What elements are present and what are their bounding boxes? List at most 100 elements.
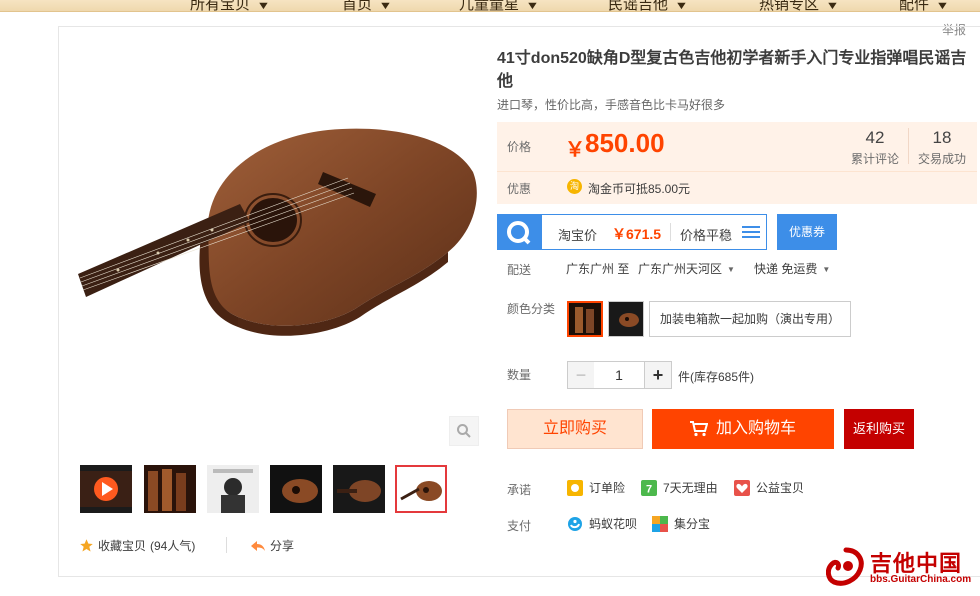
nav-item-home[interactable]: 首页 ▼ xyxy=(342,0,393,12)
thumbnail-image[interactable] xyxy=(333,465,385,513)
promise-charity[interactable]: 公益宝贝 xyxy=(734,479,804,496)
chevron-down-icon: ▼ xyxy=(935,0,950,12)
sku-option-image[interactable] xyxy=(608,301,644,337)
charity-heart-icon xyxy=(734,479,750,496)
buy-now-button[interactable]: 立即购买 xyxy=(507,409,643,449)
discount-text: 淘金币可抵85.00元 xyxy=(588,182,691,196)
sales-count: 18 xyxy=(932,128,952,147)
caret-down-icon: ▼ xyxy=(822,265,831,275)
discount-label: 优惠 xyxy=(507,182,532,196)
divider xyxy=(670,223,671,241)
nav-item-label: 配件 xyxy=(899,0,930,12)
nav-item-label: 儿童童星 xyxy=(459,0,520,12)
share-icon xyxy=(251,540,265,551)
sku-option-image[interactable] xyxy=(567,301,603,337)
guitar-logo-icon xyxy=(825,547,864,586)
price-label: 价格 xyxy=(507,140,532,154)
cart-icon xyxy=(689,421,708,437)
payment-item-label: 蚂蚁花呗 xyxy=(589,517,638,531)
chevron-down-icon: ▼ xyxy=(825,0,840,12)
sales-label: 交易成功 xyxy=(917,152,966,166)
quantity-decrease-button[interactable]: − xyxy=(567,361,595,389)
thumbnail-image[interactable] xyxy=(144,465,196,513)
reviews-stat[interactable]: 42 累计评论 xyxy=(842,128,908,167)
quantity-increase-button[interactable]: + xyxy=(644,361,672,389)
nav-item-folk[interactable]: 民谣吉他 ▼ xyxy=(608,0,689,12)
price-value: 850.00 xyxy=(585,128,665,158)
price-currency: ￥ xyxy=(565,139,585,161)
nav-item-hot[interactable]: 热销专区 ▼ xyxy=(759,0,840,12)
taobao-search-logo-icon xyxy=(498,215,542,249)
taojinbi-coin-icon: 淘 xyxy=(567,179,582,194)
thumbnail-image[interactable] xyxy=(207,465,259,513)
price-box: 价格 ￥ 850.00 42 累计评论 18 交易成功 优惠 淘 淘金币可抵85… xyxy=(497,122,977,204)
taobao-price-label: 淘宝价 xyxy=(558,228,598,243)
product-title: 41寸don520缺角D型复古色吉他初学者新手入门专业指弹唱民谣吉他 xyxy=(497,50,967,90)
chevron-down-icon: ▼ xyxy=(378,0,393,12)
chevron-down-icon: ▼ xyxy=(256,0,271,12)
nav-item-label: 所有宝贝 xyxy=(190,0,251,12)
add-to-cart-label: 加入购物车 xyxy=(715,420,796,437)
nav-item-all[interactable]: 所有宝贝 ▼ xyxy=(190,0,271,12)
shop-nav-bar: 所有宝贝 ▼ 首页 ▼ 儿童童星 ▼ 民谣吉他 ▼ 热销专区 ▼ 配件 ▼ xyxy=(0,0,980,12)
shipping-destination-select[interactable]: 广东广州天河区 ▼ xyxy=(638,260,735,277)
payment-jifenbao[interactable]: 集分宝 xyxy=(652,515,710,532)
svg-text:7: 7 xyxy=(646,483,652,495)
zoom-button[interactable] xyxy=(449,416,479,446)
taobao-price-value: ￥671.5 xyxy=(612,226,662,242)
nav-item-label: 热销专区 xyxy=(759,0,820,12)
favorite-button[interactable]: 收藏宝贝 (94人气) xyxy=(79,537,195,554)
product-subtitle: 进口琴，性价比高，手感音色比卡马好很多 xyxy=(497,98,726,112)
main-product-image[interactable] xyxy=(78,112,480,352)
shipping-method: 快递 免运费 xyxy=(754,262,818,276)
sku-label: 颜色分类 xyxy=(507,302,556,316)
rebate-buy-button[interactable]: 返利购买 xyxy=(844,409,914,449)
reviews-label: 累计评论 xyxy=(850,152,899,166)
thumbnail-image-selected[interactable] xyxy=(395,465,447,513)
promise-label: 承诺 xyxy=(507,483,532,497)
share-label: 分享 xyxy=(270,539,295,553)
payment-huabei[interactable]: 蚂蚁花呗 xyxy=(567,515,637,532)
divider xyxy=(497,171,977,172)
coupon-button[interactable]: 优惠券 xyxy=(777,214,837,250)
quantity-input[interactable] xyxy=(594,361,644,389)
sales-stat: 18 交易成功 xyxy=(909,128,975,167)
payment-label: 支付 xyxy=(507,519,532,533)
add-to-cart-button[interactable]: 加入购物车 xyxy=(652,409,834,449)
divider xyxy=(226,537,227,553)
seven-day-icon: 7 xyxy=(641,479,657,496)
chevron-down-icon: ▼ xyxy=(674,0,689,12)
huabei-icon xyxy=(568,516,582,531)
taobao-price-box[interactable]: 淘宝价 ￥671.5 价格平稳 xyxy=(497,214,767,250)
shipping-destination: 广东广州天河区 xyxy=(638,262,723,276)
payment-item-label: 集分宝 xyxy=(674,517,711,531)
shipping-from: 广东广州 至 xyxy=(566,262,630,276)
menu-icon[interactable] xyxy=(742,225,760,239)
price-trend: 价格平稳 xyxy=(680,228,733,243)
nav-item-kids[interactable]: 儿童童星 ▼ xyxy=(459,0,540,12)
jifenbao-icon xyxy=(652,515,668,532)
nav-item-accessories[interactable]: 配件 ▼ xyxy=(899,0,950,12)
promise-7day-return[interactable]: 7 7天无理由 xyxy=(641,479,718,496)
thumbnail-image[interactable] xyxy=(270,465,322,513)
nav-item-label: 民谣吉他 xyxy=(608,0,669,12)
promise-order-insurance[interactable]: 订单险 xyxy=(567,479,625,496)
watermark-url: bbs.GuitarChina.com xyxy=(870,574,972,585)
shipping-label: 配送 xyxy=(507,263,532,277)
nav-item-label: 首页 xyxy=(342,0,373,12)
sku-option-text[interactable]: 加装电箱款一起加购（演出专用） xyxy=(649,301,852,337)
share-button[interactable]: 分享 xyxy=(250,537,294,554)
quantity-label: 数量 xyxy=(507,368,532,382)
favorite-count: (94人气) xyxy=(150,539,196,553)
site-watermark: 吉他中国 bbs.GuitarChina.com xyxy=(825,546,976,588)
promise-item-label: 公益宝贝 xyxy=(756,481,805,495)
insurance-icon xyxy=(567,479,583,496)
search-icon xyxy=(457,424,471,438)
thumbnail-video[interactable] xyxy=(80,465,132,513)
promise-item-label: 7天无理由 xyxy=(663,481,718,495)
star-icon xyxy=(80,539,93,552)
shipping-method-select[interactable]: 快递 免运费 ▼ xyxy=(754,260,830,277)
stock-text: 件(库存685件) xyxy=(678,370,755,384)
chevron-down-icon: ▼ xyxy=(525,0,540,12)
caret-down-icon: ▼ xyxy=(727,265,735,275)
